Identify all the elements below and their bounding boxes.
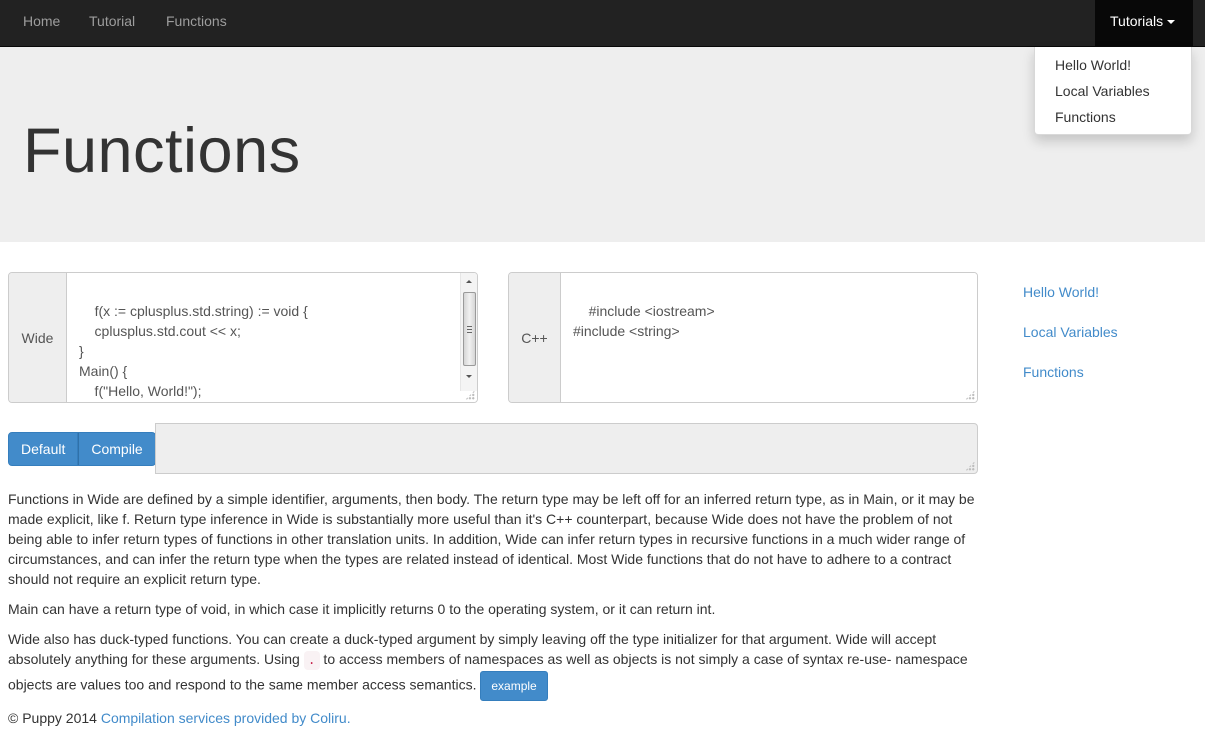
paragraph-functions-intro: Functions in Wide are defined by a simpl… xyxy=(8,491,975,587)
sidebar-link-functions[interactable]: Functions xyxy=(1023,362,1118,402)
sidebar-nav: Hello World! Local Variables Functions xyxy=(1023,282,1118,402)
example-button[interactable]: example xyxy=(480,671,548,701)
nav-home[interactable]: Home xyxy=(23,0,60,46)
nav-tutorial[interactable]: Tutorial xyxy=(89,0,135,46)
wide-editor-group: Wide f(x := cplusplus.std.string) := voi… xyxy=(8,272,478,403)
coliru-link[interactable]: Compilation services provided by Coliru. xyxy=(101,710,351,726)
dropdown-item-hello-world[interactable]: Hello World! xyxy=(1035,52,1191,78)
caret-down-icon xyxy=(1167,20,1176,25)
dropdown-item-local-variables[interactable]: Local Variables xyxy=(1035,78,1191,104)
footer: © Puppy 2014 Compilation services provid… xyxy=(8,710,351,726)
cpp-editor-group: C++ #include <iostream> #include <string… xyxy=(508,272,978,403)
resize-grip-icon[interactable] xyxy=(965,390,975,400)
scroll-down-arrow-icon[interactable] xyxy=(466,375,472,378)
page-title: Functions xyxy=(23,116,301,186)
wide-code-scrollbar[interactable] xyxy=(460,273,477,391)
jumbotron: Functions xyxy=(0,47,1205,242)
resize-grip-icon[interactable] xyxy=(965,461,975,471)
cpp-code-output[interactable]: #include <iostream> #include <string> xyxy=(561,273,977,402)
scroll-thumb[interactable] xyxy=(463,292,476,366)
inline-code-dot: . xyxy=(303,651,320,670)
cpp-code-text: #include <iostream> #include <string> xyxy=(573,303,715,339)
scroll-up-arrow-icon[interactable] xyxy=(466,280,472,283)
wide-code-input[interactable]: f(x := cplusplus.std.string) := void { c… xyxy=(67,273,477,402)
nav-functions[interactable]: Functions xyxy=(166,0,227,46)
article-content: Functions in Wide are defined by a simpl… xyxy=(8,489,980,711)
compile-output-box[interactable] xyxy=(155,423,978,474)
wide-code-text: f(x := cplusplus.std.string) := void { c… xyxy=(79,303,308,399)
navbar: Home Tutorial Functions Tutorials xyxy=(0,0,1205,47)
resize-grip-icon[interactable] xyxy=(465,390,475,400)
sidebar-link-hello-world[interactable]: Hello World! xyxy=(1023,282,1118,322)
action-button-group: Default Compile xyxy=(8,432,156,466)
default-button[interactable]: Default xyxy=(8,432,79,466)
sidebar-link-local-variables[interactable]: Local Variables xyxy=(1023,322,1118,362)
tutorials-dropdown-toggle[interactable]: Tutorials xyxy=(1095,0,1193,46)
cpp-label: C++ xyxy=(509,273,561,402)
footer-copyright: © Puppy 2014 xyxy=(8,710,101,726)
tutorials-dropdown-menu: Hello World! Local Variables Functions xyxy=(1034,47,1192,135)
compile-button[interactable]: Compile xyxy=(78,432,156,466)
paragraph-main-return: Main can have a return type of void, in … xyxy=(8,601,716,617)
wide-label: Wide xyxy=(9,273,67,402)
dropdown-item-functions[interactable]: Functions xyxy=(1035,104,1191,130)
tutorials-dropdown-label: Tutorials xyxy=(1110,13,1164,29)
grip-lines-icon xyxy=(467,326,472,333)
paragraph-duck-typing: Wide also has duck-typed functions. You … xyxy=(8,629,980,701)
